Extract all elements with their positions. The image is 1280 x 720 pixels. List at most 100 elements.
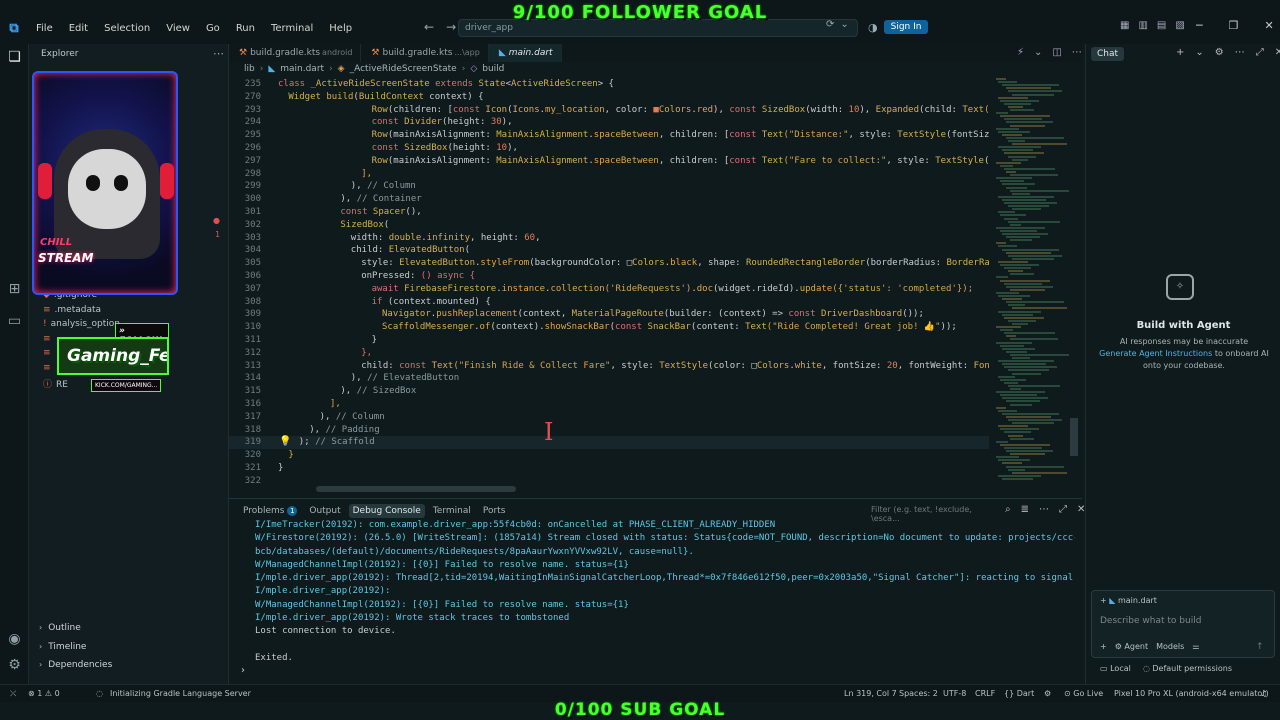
menu-run[interactable]: Run	[228, 23, 263, 34]
models-dropdown[interactable]: Models	[1156, 642, 1184, 651]
encoding[interactable]: UTF-8	[943, 689, 966, 698]
more-actions-icon[interactable]: ⋯	[1235, 47, 1245, 58]
code-line[interactable]: 294 const Divider(height: 30),	[229, 116, 989, 129]
menu-terminal[interactable]: Terminal	[263, 23, 321, 34]
more-actions-icon[interactable]: ⋯	[1072, 47, 1082, 58]
add-context-icon[interactable]: +	[1100, 596, 1107, 605]
tab-chat[interactable]: Chat	[1091, 47, 1125, 61]
settings-gear-icon[interactable]: ⚙	[5, 656, 24, 675]
explorer-icon[interactable]: ❏	[5, 48, 24, 67]
code-line[interactable]: 308 if (context.mounted) {	[229, 296, 989, 309]
lightbulb-icon[interactable]: 💡	[279, 436, 291, 447]
code-line[interactable]: 312},	[229, 347, 989, 360]
code-line[interactable]: 303 width: double.infinity, height: 60,	[229, 232, 989, 245]
code-line[interactable]: 295 Row(mainAxisAlignment: MainAxisAlignm…	[229, 129, 989, 142]
new-chat-icon[interactable]: +	[1176, 47, 1184, 58]
account-icon[interactable]: ◉	[5, 630, 24, 649]
extensions-icon[interactable]: ⊞	[5, 280, 24, 299]
code-line[interactable]: 293 Row(children: [const Icon(Icons.my_lo…	[229, 104, 989, 117]
outline-section[interactable]: › Outline	[39, 623, 112, 642]
menu-go[interactable]: Go	[198, 23, 228, 34]
close-icon[interactable]: ✕	[1275, 47, 1280, 58]
console-filter-input[interactable]: Filter (e.g. text, !exclude, \esca...	[871, 505, 1001, 523]
breadcrumb-item[interactable]: _ActiveRideScreenState	[350, 64, 457, 78]
code-line[interactable]: 314), // ElevatedButton	[229, 372, 989, 385]
language-mode[interactable]: {} Dart	[1004, 689, 1034, 698]
send-icon[interactable]: ↑	[1256, 642, 1264, 652]
chevron-down-icon[interactable]: ⌄	[1195, 47, 1203, 58]
code-line[interactable]: 306 onPressed: () async {	[229, 270, 989, 283]
menu-selection[interactable]: Selection	[96, 23, 158, 34]
code-line[interactable]: 316],	[229, 398, 989, 411]
code-line[interactable]: 313 child: const Text("Finish Ride & Coll…	[229, 360, 989, 373]
code-line[interactable]: 296 const SizedBox(height: 10),	[229, 142, 989, 155]
clear-console-icon[interactable]: ≣	[1021, 504, 1029, 515]
menu-edit[interactable]: Edit	[61, 23, 96, 34]
tab-main-dart[interactable]: ◣ main.dart	[488, 44, 562, 62]
notifications-bell-icon[interactable]: ♫	[1260, 689, 1267, 698]
code-line[interactable]: 235 class _ActiveRideScreenState extends …	[229, 78, 989, 91]
generate-instructions-link[interactable]: Generate Agent Instructions	[1099, 349, 1212, 358]
code-line[interactable]: 320}	[229, 449, 989, 462]
vertical-scrollbar[interactable]	[1070, 418, 1078, 456]
permissions-toggle[interactable]: ◌ Default permissions	[1143, 664, 1232, 673]
breadcrumb-item[interactable]: lib	[244, 64, 255, 78]
line-endings[interactable]: CRLF	[975, 689, 995, 698]
tab-problems[interactable]: Problems 1	[239, 504, 301, 518]
code-line[interactable]: 302 SizedBox(	[229, 219, 989, 232]
code-line[interactable]: 298],	[229, 168, 989, 181]
tab-build-gradle-android[interactable]: ⚒ build.gradle.kts android	[229, 44, 362, 62]
chat-input-box[interactable]: + ◣ main.dart Describe what to build + ⚙…	[1091, 590, 1275, 658]
timeline-section[interactable]: › Timeline	[39, 642, 112, 661]
menu-file[interactable]: File	[28, 23, 61, 34]
remote-explorer-icon[interactable]: ▭	[5, 312, 24, 331]
chat-context-chip[interactable]: + ◣ main.dart	[1100, 596, 1157, 605]
breadcrumb-item[interactable]: main.dart	[280, 64, 324, 78]
settings-gear-icon[interactable]: ⚙	[1215, 47, 1224, 58]
split-editor-icon[interactable]: ◫	[1052, 47, 1061, 58]
debug-icon[interactable]: ⚙	[1044, 689, 1051, 698]
run-debug-icon[interactable]: ⚡	[1017, 47, 1024, 58]
tab-build-gradle-app[interactable]: ⚒ build.gradle.kts ...\app	[361, 44, 489, 62]
chevron-down-icon[interactable]: ⌄	[1034, 47, 1042, 58]
code-line[interactable]: 305 style: ElevatedButton.styleFrom(backg…	[229, 257, 989, 270]
tools-icon[interactable]: ⚌	[1192, 642, 1199, 651]
agent-mode-dropdown[interactable]: ⚙ Agent	[1115, 642, 1148, 651]
menu-help[interactable]: Help	[321, 23, 360, 34]
code-line[interactable]: 300), // Container	[229, 193, 989, 206]
file-tree-item[interactable]: ≡ .metadata	[43, 305, 120, 320]
console-input-chevron-icon[interactable]: ›	[241, 665, 245, 676]
code-line[interactable]: 318), // Padding	[229, 424, 989, 437]
code-line[interactable]: 315), // SizedBox	[229, 385, 989, 398]
code-editor[interactable]: 235 class _ActiveRideScreenState extends …	[229, 78, 989, 490]
horizontal-scrollbar[interactable]	[316, 486, 516, 492]
more-actions-icon[interactable]: ⋯	[213, 47, 224, 60]
tab-debug-console[interactable]: Debug Console	[348, 504, 425, 518]
problems-status[interactable]: ⊗ 1 ⚠ 0	[28, 689, 60, 698]
code-line[interactable]: 321}	[229, 462, 989, 475]
maximize-panel-icon[interactable]: ⤢	[1059, 504, 1067, 515]
minimap[interactable]	[992, 78, 1072, 490]
device-selector[interactable]: Pixel 10 Pro XL (android-x64 emulator)	[1114, 689, 1269, 698]
local-session-toggle[interactable]: ▭ Local	[1100, 664, 1131, 673]
code-line[interactable]: 270 Widget build(BuildContext context) {	[229, 90, 989, 104]
code-line[interactable]: 309 Navigator.pushReplacement(context, Ma…	[229, 308, 989, 321]
go-live-button[interactable]: ⊙ Go Live	[1064, 689, 1103, 698]
code-line[interactable]: 301 const Spacer(),	[229, 206, 989, 219]
code-line[interactable]: 297 Row(mainAxisAlignment: MainAxisAlignm…	[229, 155, 989, 168]
more-actions-icon[interactable]: ⋯	[1039, 504, 1049, 515]
code-line[interactable]: 307 await FirebaseFirestore.instance.coll…	[229, 283, 989, 296]
dependencies-section[interactable]: › Dependencies	[39, 660, 112, 679]
maximize-icon[interactable]: ⤢	[1256, 47, 1264, 58]
code-line[interactable]: 317), // Column	[229, 411, 989, 424]
cursor-position[interactable]: Ln 319, Col 7	[844, 689, 897, 698]
code-line[interactable]: 304 child: ElevatedButton(	[229, 244, 989, 257]
code-line[interactable]: 311}	[229, 334, 989, 347]
chat-input-placeholder[interactable]: Describe what to build	[1100, 616, 1201, 626]
breadcrumb-item[interactable]: build	[482, 64, 504, 78]
tab-terminal[interactable]: Terminal	[429, 504, 475, 518]
code-line[interactable]: 310 ScaffoldMessenger.of(context).showSna…	[229, 321, 989, 334]
tab-ports[interactable]: Ports	[479, 504, 510, 518]
code-line[interactable]: 319); // Scaffold	[229, 436, 989, 450]
status-task[interactable]: Initializing Gradle Language Server	[110, 689, 251, 698]
